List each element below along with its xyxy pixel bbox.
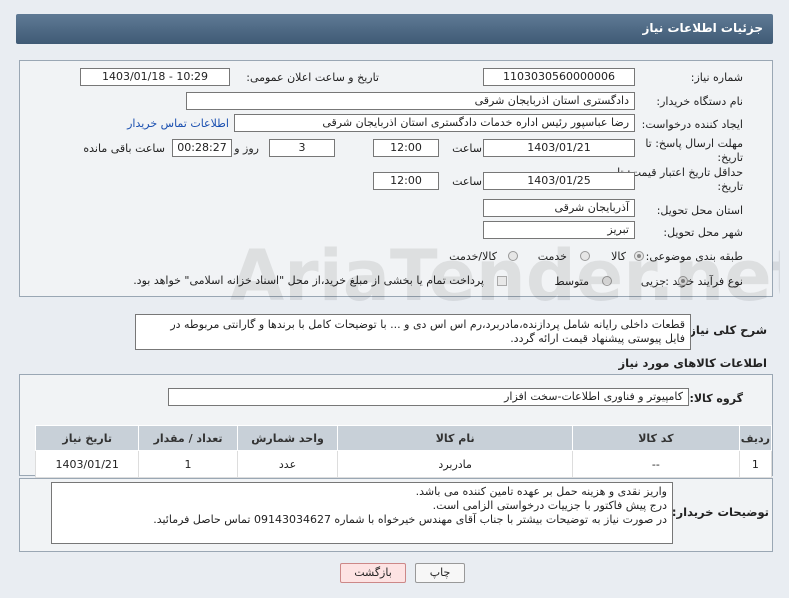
creator-field: رضا عباسپور رئیس اداره خدمات دادگستری اس… (234, 114, 635, 132)
province-field: آذربایجان شرقی (483, 199, 635, 217)
col-quantity: تعداد / مقدار (138, 425, 238, 451)
creator-label: ایجاد کننده درخواست: (641, 118, 743, 131)
purchase-medium-radio[interactable] (602, 276, 612, 286)
category-both-label: کالا/خدمت (449, 250, 497, 263)
deadline-label-1: مهلت ارسال پاسخ: تا (645, 137, 743, 150)
buyer-notes-box: واریز نقدی و هزینه حمل بر عهده تامین کنن… (51, 482, 673, 544)
validity-date-field: 1403/01/25 (483, 172, 635, 190)
col-row: ردیف (738, 425, 773, 451)
category-service-radio[interactable] (580, 251, 590, 261)
goods-group-label: گروه کالا: (689, 392, 743, 405)
category-label: طبقه بندی موضوعی: (645, 250, 743, 263)
deadline-label-2: تاریخ: (717, 151, 743, 164)
description-box: قطعات داخلی رایانه شامل پردازنده،مادربرد… (135, 314, 691, 350)
need-number-label: شماره نیاز: (690, 71, 743, 84)
remaining-days-field: 3 (269, 139, 335, 157)
buyer-org-field: دادگستری استان اذربایجان شرقی (186, 92, 635, 110)
deadline-time-field: 12:00 (373, 139, 439, 157)
col-goods-code: کد کالا (571, 425, 740, 451)
cell-goods-name: مادربرد (337, 450, 573, 478)
col-unit: واحد شمارش (236, 425, 339, 451)
back-button[interactable]: بازگشت (340, 563, 406, 583)
announce-label: تاریخ و ساعت اعلان عمومی: (246, 71, 379, 84)
purchase-medium-label: متوسط (554, 275, 589, 288)
buyer-notes-line-1: واریز نقدی و هزینه حمل بر عهده تامین کنن… (415, 485, 667, 498)
description-line-1: قطعات داخلی رایانه شامل پردازنده،مادربرد… (170, 318, 685, 331)
page-header: جزئیات اطلاعات نیاز (16, 14, 773, 44)
cell-goods-code: -- (571, 450, 740, 478)
validity-time-label: ساعت (452, 175, 482, 188)
cell-row: 1 (738, 450, 773, 478)
validity-label-1: حداقل تاریخ اعتبار قیمت: تا (617, 166, 743, 179)
buyer-notes-line-3: در صورت نیاز به توضیحات بیشتر با جناب آق… (153, 513, 667, 526)
buyer-org-label: نام دستگاه خریدار: (656, 95, 743, 108)
purchase-minor-label: جزیی (640, 275, 666, 288)
cell-need-date: 1403/01/21 (34, 450, 140, 478)
need-number-field: 1103030560000006 (483, 68, 635, 86)
goods-group-field: کامپیوتر و فناوری اطلاعات-سخت افزار (168, 388, 689, 406)
goods-section-title: اطلاعات کالاهای مورد نیاز (618, 356, 767, 370)
description-line-2: فایل پیوستی پیشنهاد قیمت ارائه گردد. (510, 332, 685, 345)
page-title: جزئیات اطلاعات نیاز (642, 21, 763, 35)
purchase-type-label: نوع فرآیند خرید : (665, 275, 743, 288)
remaining-label: ساعت باقی مانده (83, 142, 165, 155)
goods-table-header: تاریخ نیاز تعداد / مقدار واحد شمارش نام … (34, 425, 773, 451)
print-button[interactable]: چاپ (415, 563, 465, 583)
goods-table: تاریخ نیاز تعداد / مقدار واحد شمارش نام … (34, 425, 773, 478)
city-label: شهر محل تحویل: (663, 226, 743, 239)
category-goods-label: کالا (611, 250, 626, 263)
table-row: 1403/01/21 1 عدد مادربرد -- 1 (34, 450, 773, 478)
days-label: روز و (234, 142, 259, 155)
treasury-payment-note: پرداخت تمام یا بخشی از مبلغ خرید،از محل … (133, 274, 484, 287)
validity-label-2: تاریخ: (717, 180, 743, 193)
col-goods-name: نام کالا (337, 425, 573, 451)
treasury-payment-checkbox[interactable] (497, 276, 507, 286)
category-service-label: خدمت (537, 250, 567, 263)
deadline-date-field: 1403/01/21 (483, 139, 635, 157)
col-need-date: تاریخ نیاز (34, 425, 140, 451)
city-field: تبریز (483, 221, 635, 239)
validity-time-field: 12:00 (373, 172, 439, 190)
remaining-time-field: 00:28:27 (172, 139, 232, 157)
cell-unit: عدد (236, 450, 339, 478)
category-both-radio[interactable] (508, 251, 518, 261)
category-goods-radio[interactable] (634, 251, 644, 261)
announce-field: 1403/01/18 - 10:29 (80, 68, 230, 86)
buyer-notes-line-2: درج پیش فاکتور با جزییات درخواستی الزامی… (432, 499, 667, 512)
province-label: استان محل تحویل: (656, 204, 743, 217)
cell-quantity: 1 (138, 450, 238, 478)
deadline-time-label: ساعت (452, 142, 482, 155)
buyer-notes-label: توضیحات خریدار: (671, 505, 769, 519)
description-label: شرح کلی نیاز: (684, 323, 767, 337)
purchase-minor-radio[interactable] (678, 276, 688, 286)
buyer-contact-link[interactable]: اطلاعات تماس خریدار (127, 117, 229, 130)
